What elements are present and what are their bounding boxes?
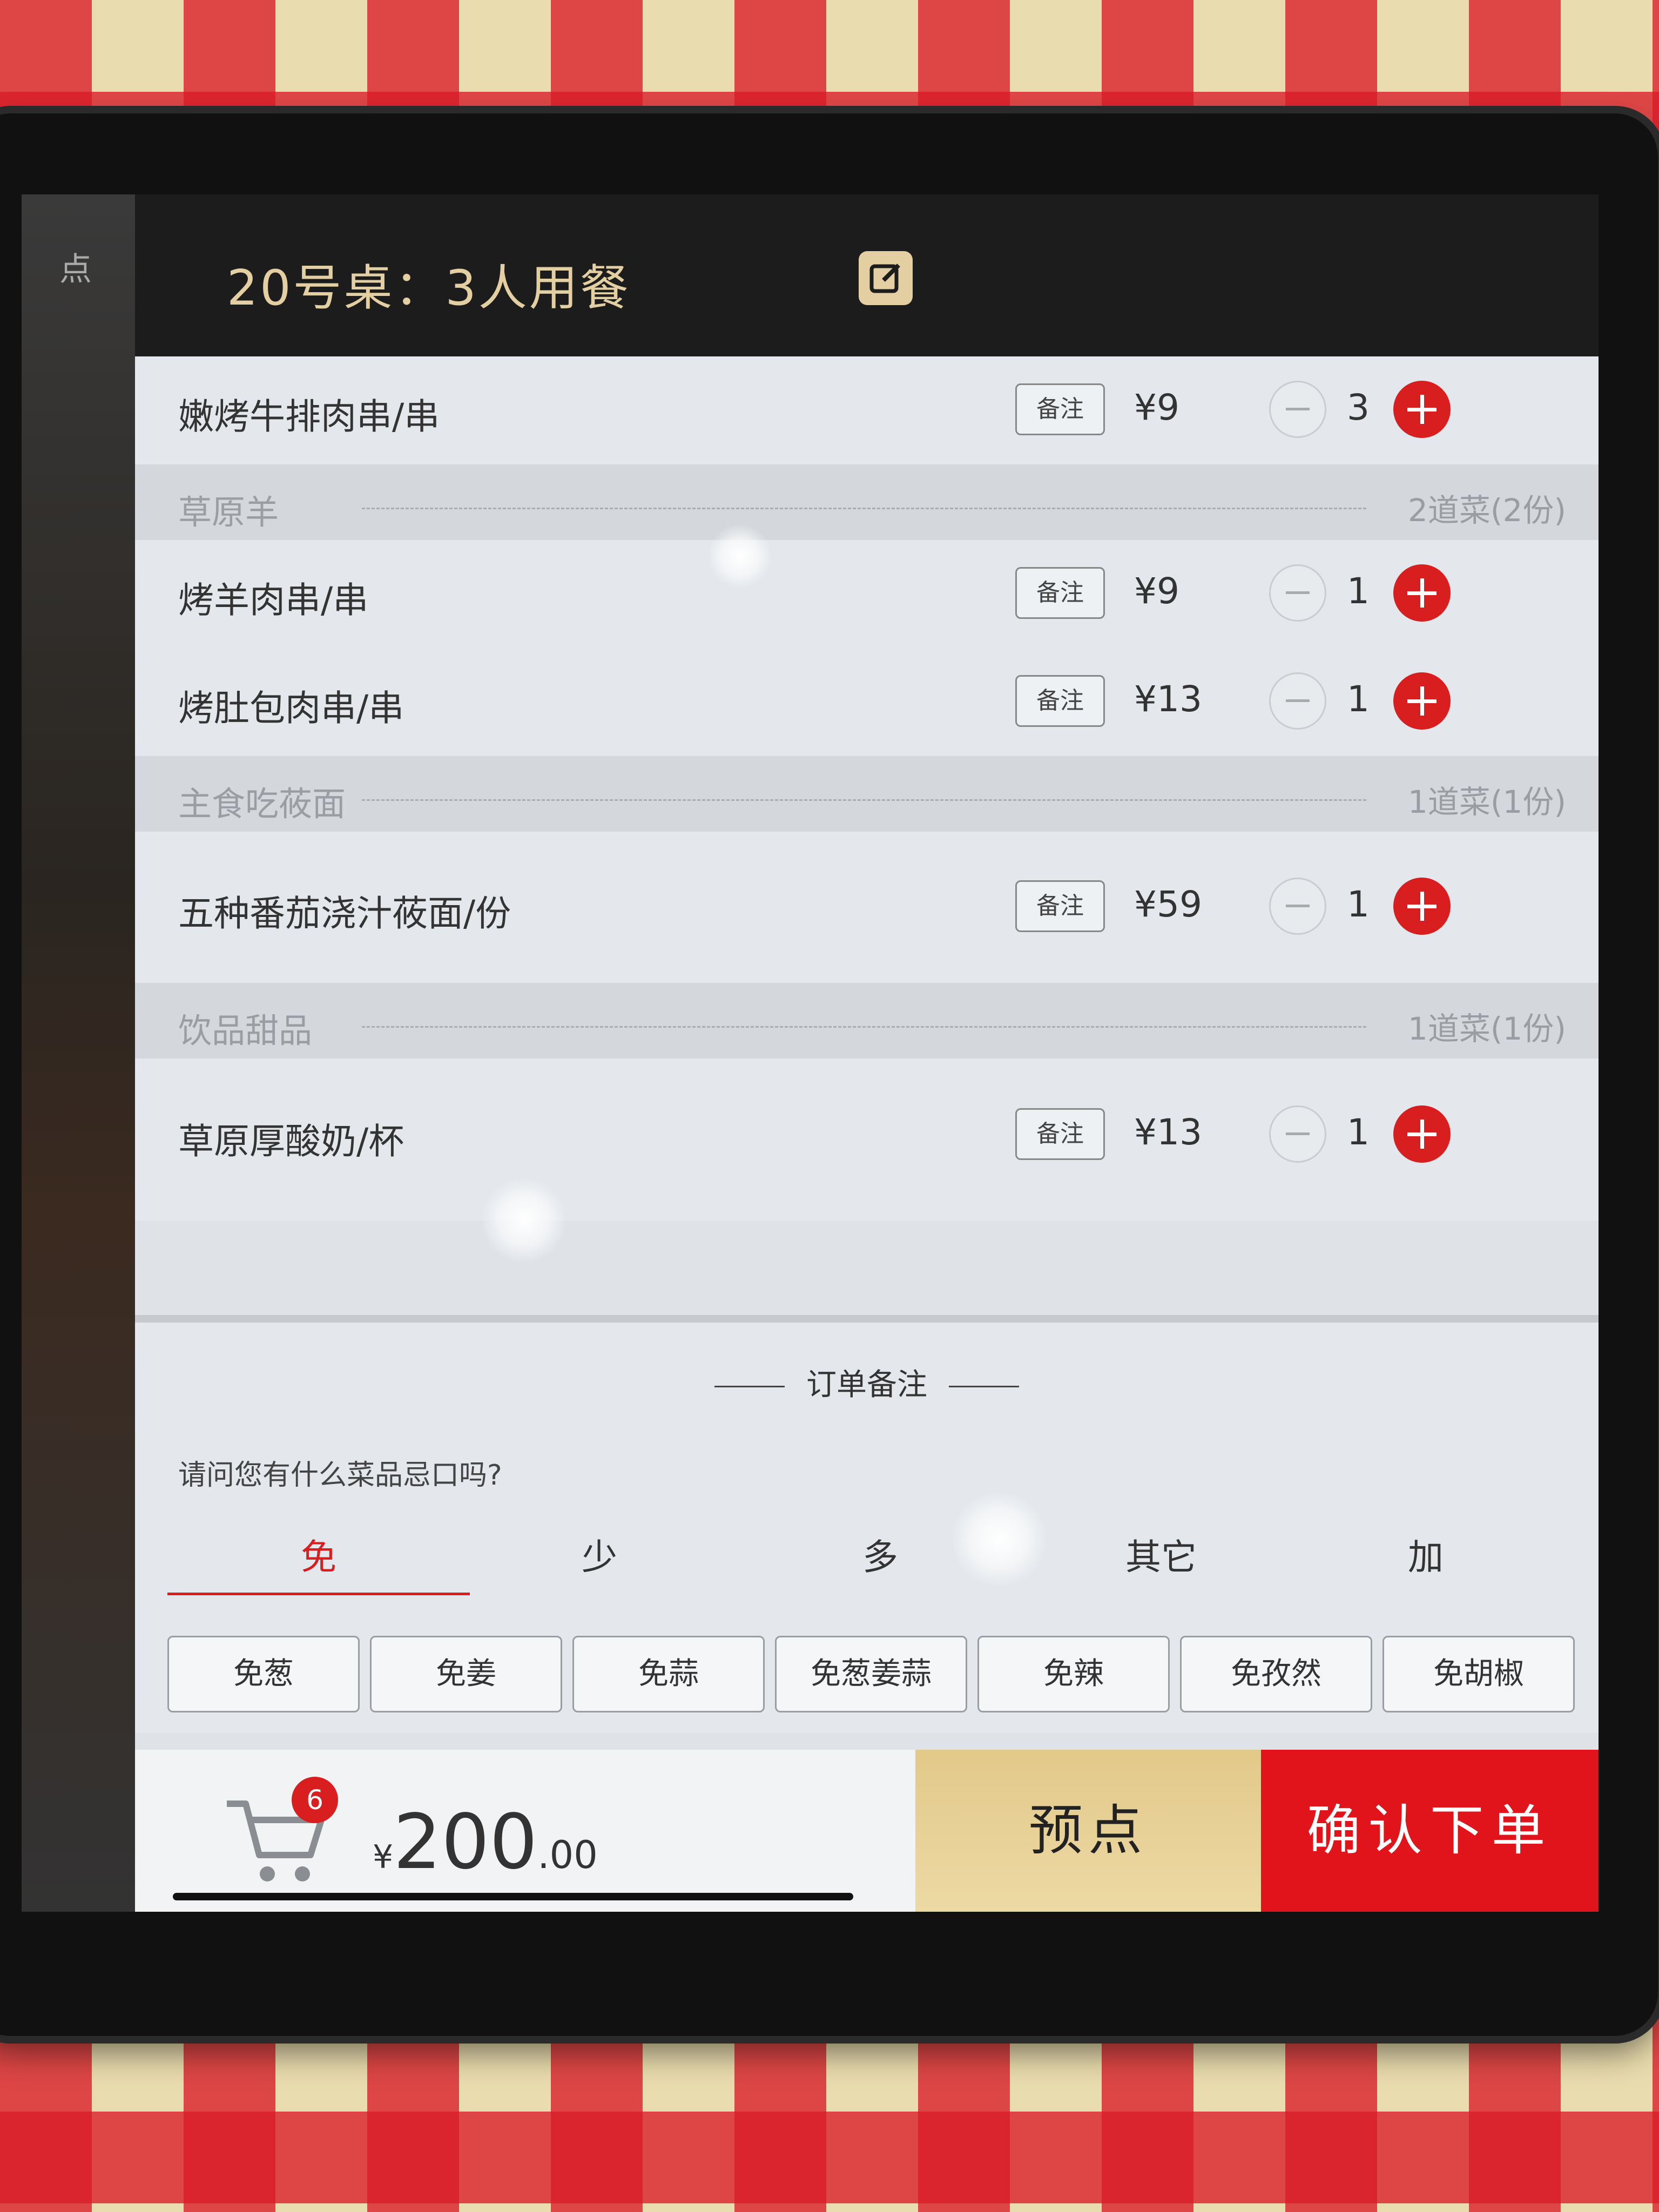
item-quantity: 1 (1339, 884, 1377, 925)
chip-no-pepper[interactable]: 免胡椒 (1382, 1636, 1575, 1712)
item-quantity: 1 (1339, 570, 1377, 612)
chip-no-cumin[interactable]: 免孜然 (1180, 1636, 1372, 1712)
item-price: ¥13 (1134, 1111, 1202, 1153)
chip-no-ginger[interactable]: 免姜 (370, 1636, 562, 1712)
remark-title-row: 订单备注 (135, 1360, 1599, 1404)
decrease-button[interactable] (1269, 1105, 1326, 1163)
category-divider (362, 508, 1366, 509)
remark-chips: 免葱 免姜 免蒜 免葱姜蒜 免辣 免孜然 免胡椒 (167, 1636, 1582, 1717)
category-header: 主食吃莜面 1道菜(1份) (135, 756, 1599, 832)
category-name: 饮品甜品 (178, 1003, 312, 1052)
tablet-frame: 点 20号桌：3人用餐 嫩烤牛排肉串/串 备注 ¥9 3 草原羊 (0, 113, 1658, 2036)
confirm-order-button[interactable]: 确认下单 (1261, 1750, 1599, 1912)
remark-question: 请问您有什么菜品忌口吗? (178, 1452, 502, 1493)
item-name: 嫩烤牛排肉串/串 (178, 388, 440, 440)
item-quantity: 3 (1339, 387, 1377, 428)
tab-less[interactable]: 少 (448, 1528, 751, 1593)
remark-title: 订单备注 (806, 1367, 927, 1402)
header: 20号桌：3人用餐 (135, 194, 1599, 356)
item-price: ¥13 (1134, 678, 1202, 720)
title-rule-left (714, 1386, 785, 1387)
decrease-button[interactable] (1269, 672, 1326, 730)
decrease-button[interactable] (1269, 564, 1326, 622)
total-decimal: .00 (537, 1833, 597, 1877)
category-header: 草原羊 2道菜(2份) (135, 464, 1599, 540)
item-name: 烤羊肉串/串 (178, 571, 368, 623)
side-panel: 点 (22, 194, 135, 1912)
checkout-bar: 6 ¥200.00 预点 确认下单 (135, 1750, 1599, 1912)
total-integer: 200 (393, 1798, 537, 1886)
increase-button[interactable] (1393, 672, 1451, 730)
order-item: 嫩烤牛排肉串/串 备注 ¥9 3 (135, 356, 1599, 464)
section-divider (135, 1315, 1599, 1323)
screen: 点 20号桌：3人用餐 嫩烤牛排肉串/串 备注 ¥9 3 草原羊 (22, 194, 1599, 1912)
order-remark-section: 订单备注 请问您有什么菜品忌口吗? 免 少 多 其它 加 免葱 免姜 免蒜 免葱… (135, 1323, 1599, 1733)
item-price: ¥9 (1134, 387, 1179, 428)
screen-glare (481, 1177, 567, 1264)
increase-button[interactable] (1393, 878, 1451, 935)
note-button[interactable]: 备注 (1015, 567, 1105, 619)
item-name: 五种番茄浇汁莜面/份 (178, 885, 511, 936)
order-item: 五种番茄浇汁莜面/份 备注 ¥59 1 (135, 832, 1599, 983)
increase-button[interactable] (1393, 564, 1451, 622)
chip-no-spicy[interactable]: 免辣 (977, 1636, 1170, 1712)
decrease-button[interactable] (1269, 878, 1326, 935)
category-header: 饮品甜品 1道菜(1份) (135, 983, 1599, 1058)
edit-icon[interactable] (859, 251, 913, 305)
note-button[interactable]: 备注 (1015, 1108, 1105, 1160)
tab-none[interactable]: 免 (167, 1528, 470, 1595)
table-title: 20号桌：3人用餐 (227, 248, 631, 319)
category-name: 主食吃莜面 (178, 777, 346, 825)
screen-glare (950, 1491, 1048, 1588)
category-name: 草原羊 (178, 485, 279, 534)
item-quantity: 1 (1339, 1111, 1377, 1153)
item-price: ¥9 (1134, 570, 1179, 612)
increase-button[interactable] (1393, 381, 1451, 438)
cart-count-badge: 6 (292, 1777, 338, 1823)
note-button[interactable]: 备注 (1015, 383, 1105, 435)
item-name: 草原厚酸奶/杯 (178, 1112, 404, 1164)
chip-no-scallion[interactable]: 免葱 (167, 1636, 360, 1712)
cart-button[interactable]: 6 (221, 1793, 329, 1890)
side-panel-tab[interactable]: 点 (59, 243, 92, 290)
decrease-button[interactable] (1269, 381, 1326, 438)
chip-no-garlic[interactable]: 免蒜 (572, 1636, 765, 1712)
title-rule-right (949, 1386, 1019, 1387)
screen-glare (707, 524, 772, 589)
order-item: 草原厚酸奶/杯 备注 ¥13 1 (135, 1058, 1599, 1220)
increase-button[interactable] (1393, 1105, 1451, 1163)
order-item: 烤肚包肉串/串 备注 ¥13 1 (135, 648, 1599, 756)
item-quantity: 1 (1339, 678, 1377, 720)
category-count: 1道菜(1份) (1408, 777, 1566, 822)
order-total: ¥200.00 (373, 1798, 598, 1886)
item-name: 烤肚包肉串/串 (178, 679, 404, 731)
tab-other[interactable]: 其它 (1010, 1528, 1312, 1593)
note-button[interactable]: 备注 (1015, 675, 1105, 727)
category-divider (362, 1026, 1366, 1028)
tab-add[interactable]: 加 (1274, 1528, 1577, 1593)
category-count: 2道菜(2份) (1408, 485, 1566, 530)
order-list: 嫩烤牛排肉串/串 备注 ¥9 3 草原羊 2道菜(2份) 烤羊肉串/串 备注 ¥… (135, 356, 1599, 1437)
category-divider (362, 799, 1366, 801)
preorder-button[interactable]: 预点 (915, 1750, 1261, 1912)
chip-no-scallion-ginger-garlic[interactable]: 免葱姜蒜 (775, 1636, 967, 1712)
home-indicator[interactable] (173, 1893, 853, 1900)
remark-tabs: 免 少 多 其它 加 (167, 1528, 1572, 1598)
order-item: 烤羊肉串/串 备注 ¥9 1 (135, 540, 1599, 648)
item-price: ¥59 (1134, 884, 1202, 925)
total-currency: ¥ (373, 1838, 393, 1876)
category-count: 1道菜(1份) (1408, 1003, 1566, 1049)
note-button[interactable]: 备注 (1015, 880, 1105, 932)
